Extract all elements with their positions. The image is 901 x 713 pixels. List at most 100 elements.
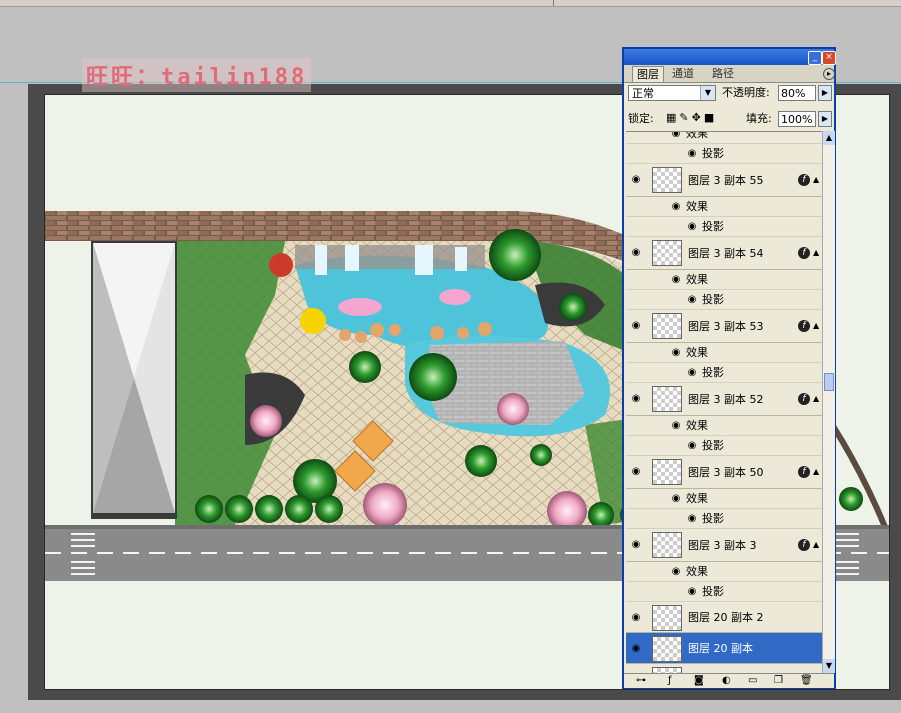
- lock-transparent-icon[interactable]: ▦: [666, 111, 679, 124]
- layer-row[interactable]: ◉ 图层 3 副本 53 f ▲: [626, 310, 822, 343]
- layer-row-selected[interactable]: ◉ 图层 20 副本: [626, 633, 822, 664]
- layer-list-scrollbar[interactable]: ▲ ▼: [822, 131, 835, 673]
- layer-name: 图层 3 副本 52: [688, 393, 764, 406]
- fx-icon[interactable]: ƒ: [668, 674, 672, 688]
- palette-footer: ⊶ ƒ ◙ ◐ ▭ ❐ 🗑: [624, 673, 834, 688]
- blend-mode-select[interactable]: 正常 ▼: [628, 85, 716, 101]
- layer-row[interactable]: ◉ 图层 3 副本 54 f ▲: [626, 237, 822, 270]
- eye-icon[interactable]: ◉: [630, 612, 642, 624]
- eye-icon[interactable]: ◉: [670, 274, 682, 286]
- layer-thumbnail: [652, 532, 682, 558]
- layer-shadow-row[interactable]: ◉ 投影: [626, 436, 822, 456]
- layer-row[interactable]: ◉ 图层 3 副本 55 f ▲: [626, 164, 822, 197]
- eye-icon[interactable]: ◉: [686, 221, 698, 233]
- tab-channels[interactable]: 通道: [668, 66, 698, 81]
- fx-icon[interactable]: f: [798, 320, 810, 332]
- folder-icon[interactable]: ▭: [748, 674, 757, 688]
- minimize-button[interactable]: _: [808, 51, 822, 65]
- shadow-label: 投影: [702, 439, 724, 452]
- eye-icon[interactable]: ◉: [670, 132, 682, 140]
- scroll-down-icon[interactable]: ▼: [823, 659, 835, 673]
- expand-icon[interactable]: ▲: [813, 394, 819, 403]
- lock-label: 锁定:: [628, 112, 654, 125]
- tab-layers[interactable]: 图层: [632, 66, 664, 82]
- layer-thumbnail: [652, 459, 682, 485]
- fx-icon[interactable]: f: [798, 539, 810, 551]
- eye-icon[interactable]: ◉: [670, 566, 682, 578]
- layer-shadow-row[interactable]: ◉ 投影: [626, 363, 822, 383]
- lock-paint-icon[interactable]: ✎: [679, 111, 691, 124]
- fx-icon[interactable]: f: [798, 174, 810, 186]
- layer-effects-row[interactable]: ◉ 效果: [626, 270, 822, 290]
- opacity-input[interactable]: 80%: [778, 85, 816, 101]
- expand-icon[interactable]: ▲: [813, 175, 819, 184]
- fx-icon[interactable]: f: [798, 247, 810, 259]
- palette-menu-icon[interactable]: ▸: [823, 68, 835, 80]
- layer-shadow-row[interactable]: ◉ 投影: [626, 217, 822, 237]
- eye-icon[interactable]: ◉: [670, 493, 682, 505]
- eye-icon[interactable]: ◉: [630, 247, 642, 259]
- shadow-label: 投影: [702, 585, 724, 598]
- expand-icon[interactable]: ▲: [813, 467, 819, 476]
- layer-shadow-row[interactable]: ◉ 投影: [626, 582, 822, 602]
- eye-icon[interactable]: ◉: [686, 148, 698, 160]
- eye-icon[interactable]: ◉: [630, 393, 642, 405]
- layer-shadow-row[interactable]: ◉ 投影: [626, 290, 822, 310]
- blend-mode-value: 正常: [632, 87, 654, 100]
- layer-list[interactable]: ◉ 效果 ◉ 投影 ◉ 图层 3 副本 55 f ▲ ◉ 效果 ◉ 投影 ◉ 图层…: [626, 131, 822, 674]
- eye-icon[interactable]: ◉: [630, 466, 642, 478]
- expand-icon[interactable]: ▲: [813, 248, 819, 257]
- fill-input[interactable]: 100%: [778, 111, 816, 127]
- expand-icon[interactable]: ▲: [813, 321, 819, 330]
- layer-name: 图层 3 副本 54: [688, 247, 764, 260]
- lock-move-icon[interactable]: ✥: [692, 111, 704, 124]
- trash-icon[interactable]: 🗑: [800, 674, 813, 688]
- close-button[interactable]: ×: [822, 51, 836, 65]
- eye-icon[interactable]: ◉: [686, 440, 698, 452]
- adjustment-icon[interactable]: ◐: [722, 674, 731, 688]
- layer-effects-row[interactable]: ◉ 效果: [626, 343, 822, 363]
- opacity-label: 不透明度:: [722, 86, 770, 99]
- link-icon[interactable]: ⊶: [636, 674, 646, 688]
- layer-effects-row[interactable]: ◉ 效果: [626, 197, 822, 217]
- tab-paths[interactable]: 路径: [708, 66, 738, 81]
- layer-effects-row[interactable]: ◉ 效果: [626, 489, 822, 509]
- layer-row[interactable]: ◉ 图层 20 副本 2: [626, 602, 822, 633]
- opacity-arrow-icon[interactable]: ▶: [818, 85, 832, 101]
- eye-icon[interactable]: ◉: [670, 347, 682, 359]
- eye-icon[interactable]: ◉: [686, 294, 698, 306]
- app-top-bar: [0, 0, 901, 7]
- eye-icon[interactable]: ◉: [670, 420, 682, 432]
- mask-icon[interactable]: ◙: [694, 674, 704, 688]
- layer-row[interactable]: ◉ 图层 3 副本 3 f ▲: [626, 529, 822, 562]
- lock-all-icon[interactable]: ■: [704, 111, 717, 124]
- eye-icon[interactable]: ◉: [686, 367, 698, 379]
- fx-icon[interactable]: f: [798, 393, 810, 405]
- layer-row[interactable]: ◉ 图层 3 副本 52 f ▲: [626, 383, 822, 416]
- lock-icons[interactable]: ▦✎✥■: [666, 111, 717, 124]
- scroll-up-icon[interactable]: ▲: [823, 131, 835, 145]
- eye-icon[interactable]: ◉: [630, 320, 642, 332]
- eye-icon[interactable]: ◉: [630, 174, 642, 186]
- palette-titlebar[interactable]: _ ×: [624, 49, 836, 65]
- layer-shadow-row[interactable]: ◉ 投影: [626, 509, 822, 529]
- fill-arrow-icon[interactable]: ▶: [818, 111, 832, 127]
- layer-shadow-row[interactable]: ◉ 投影: [626, 144, 822, 164]
- layer-effects-row[interactable]: ◉ 效果: [626, 562, 822, 582]
- eye-icon[interactable]: ◉: [630, 539, 642, 551]
- effects-label: 效果: [686, 492, 708, 505]
- shadow-label: 投影: [702, 147, 724, 160]
- layer-effects-row[interactable]: ◉ 效果: [626, 132, 822, 144]
- eye-icon[interactable]: ◉: [630, 643, 642, 655]
- eye-icon[interactable]: ◉: [686, 586, 698, 598]
- eye-icon[interactable]: ◉: [686, 513, 698, 525]
- layers-palette[interactable]: _ × 图层 通道 路径 ▸ 正常 ▼ 不透明度: 80% ▶ 锁定: ▦✎✥■…: [622, 47, 836, 689]
- eye-icon[interactable]: ◉: [670, 201, 682, 213]
- layer-effects-row[interactable]: ◉ 效果: [626, 416, 822, 436]
- expand-icon[interactable]: ▲: [813, 540, 819, 549]
- effects-label: 效果: [686, 346, 708, 359]
- fx-icon[interactable]: f: [798, 466, 810, 478]
- layer-row[interactable]: ◉ 图层 3 副本 50 f ▲: [626, 456, 822, 489]
- scrollbar-thumb[interactable]: [824, 373, 834, 391]
- new-layer-icon[interactable]: ❐: [774, 674, 783, 688]
